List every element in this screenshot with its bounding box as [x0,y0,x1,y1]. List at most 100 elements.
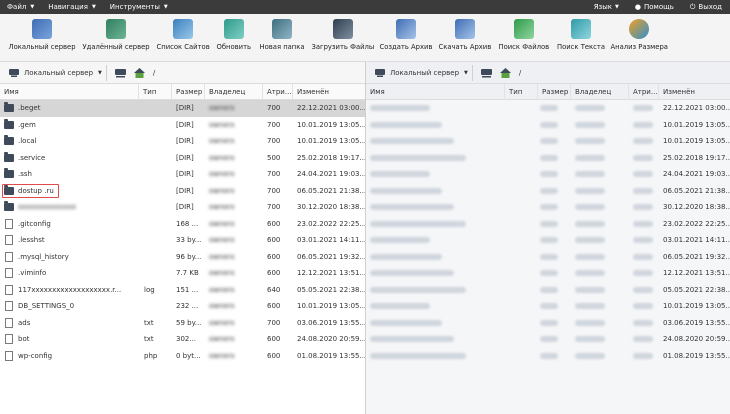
drive-icon[interactable] [114,68,126,78]
col-name[interactable]: Имя [366,84,505,100]
table-row[interactable]: 05.05.2021 22:38... [366,282,730,299]
col-type[interactable]: Тип [139,84,172,100]
col-modified[interactable]: Изменён [659,84,730,100]
table-row[interactable]: .local [DIR] ownerx 700 10.01.2019 13:05... [0,133,365,150]
redacted-cell [633,171,653,177]
toolbar-button-search-files[interactable]: Поиск Файлов [498,19,550,61]
menu-exit[interactable]: ⏻ Выход [682,0,730,14]
home-icon[interactable] [133,67,145,78]
table-row[interactable]: 24.08.2020 20:59... [366,331,730,348]
toolbar-button-size-analysis[interactable]: Анализ Размера [611,19,668,61]
menu-tools[interactable]: Инструменты ▼ [103,0,175,14]
table-row[interactable]: 25.02.2018 19:17... [366,150,730,167]
col-owner[interactable]: Владелец [571,84,629,100]
table-row[interactable]: 24.04.2021 19:03... [366,166,730,183]
toolbar-button-create-archive[interactable]: Создать Архив [380,19,432,61]
table-row[interactable]: 12.12.2021 13:51... [366,265,730,282]
table-row[interactable]: .beget [DIR] ownerx 700 22.12.2021 03:00... [0,100,365,117]
toolbar-button-local-server[interactable]: Локальный сервер [9,19,76,61]
cell-modified: 10.01.2019 13:05... [297,302,365,310]
folder-icon [4,135,14,145]
menu-exit-label: Выход [698,3,722,11]
redacted-cell [633,187,653,194]
col-size[interactable]: Размер [538,84,571,100]
table-row[interactable]: 06.05.2021 19:32... [366,249,730,266]
cell-modified: 24.08.2020 20:59... [663,335,730,343]
col-owner[interactable]: Владелец [205,84,263,100]
table-row[interactable]: wp-config php 0 byt... ownerx 600 01.08.2019 … [0,348,365,365]
col-attr[interactable]: Атри... [629,84,659,100]
table-row[interactable]: .service [DIR] ownerx 500 25.02.2018 19:17..… [0,150,365,167]
toolbar-button-refresh[interactable]: Обновить [217,19,251,61]
toolbar-button-search-text[interactable]: Поиск Текста [557,19,605,61]
menu-language[interactable]: Язык ▼ [586,0,627,14]
drive-icon[interactable] [480,68,492,78]
col-size[interactable]: Размер [172,84,205,100]
table-row[interactable]: xxxxxxxxxxxxxx [DIR] ownerx 700 30.12.2020 1… [0,199,365,216]
redacted-cell [540,105,558,111]
table-row[interactable]: 117xxxxxxxxxxxxxxxxxxx.r... log 151 ... own… [0,282,365,299]
table-row[interactable]: 10.01.2019 13:05... [366,298,730,315]
home-icon[interactable] [499,67,511,78]
toolbar-button-download-archive[interactable]: Скачать Архив [439,19,491,61]
table-row[interactable]: 22.12.2021 03:00... [366,100,730,117]
table-row[interactable]: 30.12.2020 18:38... [366,199,730,216]
menu-help[interactable]: ● Помощь [627,0,682,14]
table-row[interactable]: 23.02.2022 22:25... [366,216,730,233]
cell-attr: 700 [267,186,281,195]
menu-file[interactable]: Файл ▼ [0,0,41,14]
table-row[interactable]: .ssh [DIR] ownerx 700 24.04.2021 19:03... [0,166,365,183]
col-type[interactable]: Тип [505,84,538,100]
left-server-select[interactable]: Локальный сервер ▼ [5,64,107,81]
toolbar-button-site-list[interactable]: Список Сайтов [157,19,210,61]
toolbar-button-remote-server[interactable]: Удалённый сервер [83,19,150,61]
right-server-select[interactable]: Локальный сервер ▼ [371,64,473,81]
cell-owner: ownerx [209,351,235,360]
table-row[interactable]: .mysql_history 96 by... ownerx 600 06.05.202… [0,249,365,266]
col-attr[interactable]: Атри... [263,84,293,100]
table-row[interactable]: 03.01.2021 14:11... [366,232,730,249]
redacted-cell [370,105,430,111]
redacted-cell [540,220,558,227]
table-row[interactable]: .gem [DIR] ownerx 700 10.01.2019 13:05... [0,117,365,134]
redacted-cell [575,171,605,177]
table-row[interactable]: .viminfo 7.7 KB ownerx 600 12.12.2021 13:51.… [0,265,365,282]
toolbar-button-upload-files[interactable]: Загрузить Файлы [312,19,374,61]
cell-type: txt [144,318,154,327]
table-row[interactable]: 10.01.2019 13:05... [366,133,730,150]
col-name[interactable]: Имя [0,84,139,100]
table-row[interactable]: 03.06.2019 13:55... [366,315,730,332]
redacted-cell [370,253,442,260]
cell-attr: 600 [267,236,281,244]
redacted-cell [540,138,558,144]
toolbar-button-new-folder[interactable]: Новая папка [260,19,305,61]
table-row[interactable]: bot txt 302... ownerx 600 24.08.2020 20:59... [0,331,365,348]
table-row[interactable]: dostup .ru [DIR] ownerx 700 06.05.2021 21:38… [0,183,365,200]
table-row[interactable]: 10.01.2019 13:05... [366,117,730,134]
redacted-cell [370,237,430,243]
folder-icon [4,201,14,211]
toolbar-button-label: Поиск Файлов [498,43,550,51]
cell-modified: 01.08.2019 13:55... [297,351,365,360]
col-modified[interactable]: Изменён [293,84,365,100]
menu-language-label: Язык [593,3,613,11]
table-row[interactable]: .lesshst 33 by... ownerx 600 03.01.2021 14:1… [0,232,365,249]
cell-type [144,100,172,117]
cell-attr: 600 [267,302,281,310]
table-row[interactable]: 06.05.2021 21:38... [366,183,730,200]
table-row[interactable]: ads txt 59 by... ownerx 700 03.06.2019 13:55.… [0,315,365,332]
menu-navigation[interactable]: Навигация ▼ [41,0,103,14]
file-icon [5,251,13,262]
cell-owner: ownerx [209,186,235,195]
cell-type [144,265,172,282]
cell-type: txt [144,335,154,343]
cell-size: [DIR] [176,203,194,211]
chevron-down-icon: ▼ [464,69,468,76]
table-row[interactable]: .gitconfig 168 ... ownerx 600 23.02.2022 22:… [0,216,365,233]
table-row[interactable]: 01.08.2019 13:55... [366,348,730,365]
table-row[interactable]: DB_SETTINGS_0 232 ... ownerx 600 10.01.2019 … [0,298,365,315]
search-files-icon [513,19,534,39]
file-icon [5,317,13,328]
left-column-header: Имя Тип Размер Владелец Атри... Изменён [0,84,365,100]
cell-owner: ownerx [209,335,235,343]
